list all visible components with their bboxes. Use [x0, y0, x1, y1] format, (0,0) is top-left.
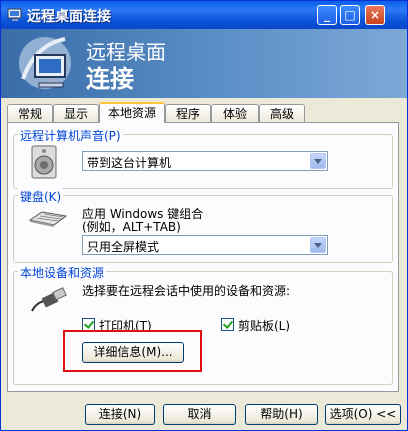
devices-description: 选择要在远程会话中使用的设备和资源:	[82, 284, 291, 298]
highlight-box	[63, 330, 202, 372]
clipboard-label[interactable]: 剪贴板(L)	[238, 317, 290, 334]
chevron-down-icon[interactable]	[310, 237, 326, 253]
chevron-down-icon[interactable]	[310, 153, 326, 169]
cancel-button[interactable]: 取消	[163, 404, 236, 425]
keyboard-desc-line2: (例如，ALT+TAB)	[82, 220, 181, 234]
options-button[interactable]: 选项(O) <<	[325, 404, 401, 425]
minimize-button[interactable]: _	[317, 5, 337, 25]
keyboard-select[interactable]: 只用全屏模式	[82, 235, 328, 255]
keyboard-group: 键盘(K) 应用 Windows 键组合 (例如，ALT+TAB) 只用全屏模式	[13, 188, 393, 263]
sound-select-value: 带到这台计算机	[87, 156, 172, 170]
sound-group: 远程计算机声音(P) 带到这台计算机	[13, 127, 393, 189]
usb-plug-icon	[31, 287, 67, 312]
banner-title-line2: 连接	[86, 65, 134, 93]
rdp-window: 远程桌面连接 _ □ × 远程桌面 连接 常规 显示 本地资源 程序 体验 高级…	[0, 0, 408, 431]
help-button[interactable]: 帮助(H)	[245, 404, 318, 425]
keyboard-icon	[28, 211, 68, 227]
tab-programs[interactable]: 程序	[165, 104, 211, 122]
tab-general[interactable]: 常规	[7, 104, 53, 122]
maximize-button[interactable]: □	[340, 5, 360, 25]
remote-desktop-logo-icon	[19, 37, 71, 89]
keyboard-group-label: 键盘(K)	[18, 188, 64, 205]
clipboard-checkbox[interactable]	[221, 318, 234, 331]
tab-local-resources[interactable]: 本地资源	[99, 102, 165, 123]
tab-advanced[interactable]: 高级	[259, 104, 305, 122]
devices-group-label: 本地设备和资源	[18, 264, 107, 281]
speaker-icon	[31, 145, 57, 179]
keyboard-select-value: 只用全屏模式	[87, 240, 160, 254]
window-title: 远程桌面连接	[27, 9, 111, 25]
banner: 远程桌面 连接	[1, 29, 407, 98]
sound-group-label: 远程计算机声音(P)	[18, 127, 123, 144]
tab-experience[interactable]: 体验	[211, 104, 259, 122]
sound-select[interactable]: 带到这台计算机	[82, 151, 328, 171]
connect-button[interactable]: 连接(N)	[85, 404, 155, 425]
close-button[interactable]: ×	[365, 5, 385, 25]
title-bar[interactable]: 远程桌面连接 _ □ ×	[1, 1, 407, 29]
remote-desktop-icon	[7, 8, 22, 21]
tab-display[interactable]: 显示	[53, 104, 99, 122]
